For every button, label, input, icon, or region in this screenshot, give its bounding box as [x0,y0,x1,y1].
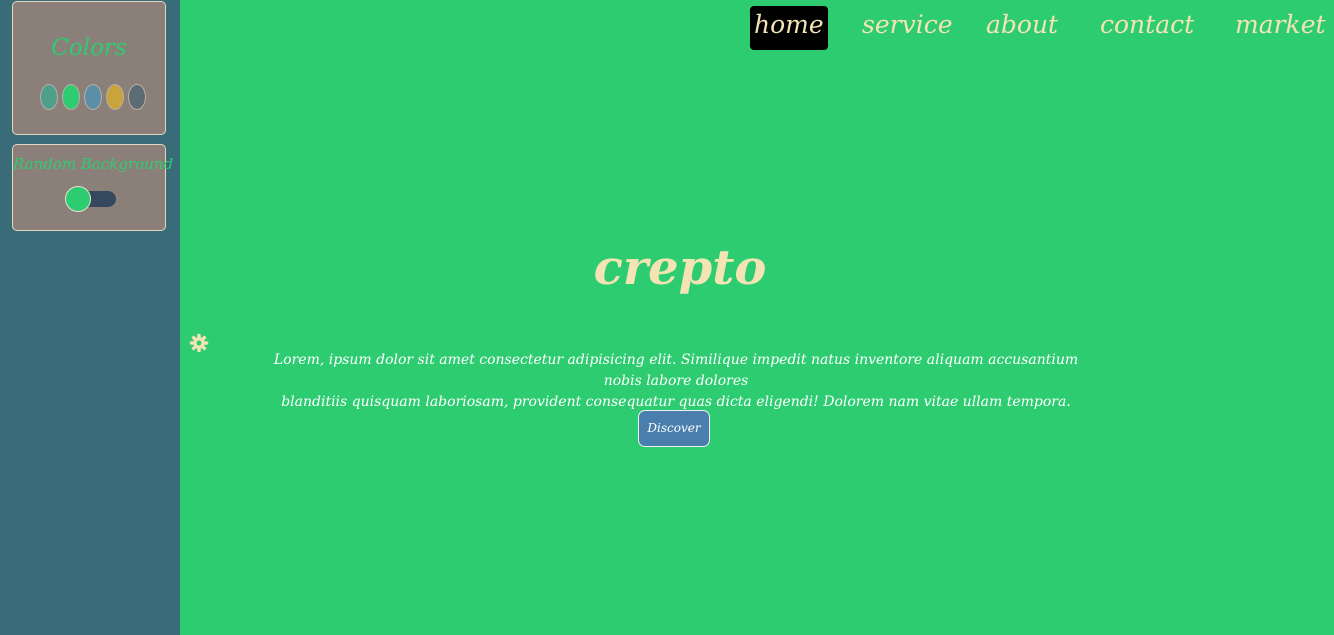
nav-service[interactable]: service [862,6,953,50]
hero-description: Lorem, ipsum dolor sit amet consectetur … [266,350,1086,413]
toggle-knob[interactable] [65,186,91,212]
hero-text-line-1: Lorem, ipsum dolor sit amet consectetur … [273,352,1079,389]
random-background-title: Random Background [13,155,174,173]
color-swatch-green[interactable] [62,84,80,110]
color-swatch-gray[interactable] [128,84,146,110]
nav-about[interactable]: about [986,6,1058,50]
hero-title: crepto [593,240,767,296]
discover-button[interactable]: Discover [638,410,710,447]
colors-title: Colors [51,35,127,61]
color-swatch-blue[interactable] [84,84,102,110]
settings-sidebar: Colors Random Background [0,0,180,635]
nav-market[interactable]: market [1235,6,1326,50]
colors-panel: Colors [12,1,166,135]
random-background-panel: Random Background [12,144,174,231]
random-background-toggle[interactable] [65,186,116,212]
nav-home[interactable]: home [750,6,828,50]
color-swatches [40,84,146,110]
color-swatch-gold[interactable] [106,84,124,110]
nav-contact[interactable]: contact [1100,6,1194,50]
gear-icon[interactable] [189,333,209,353]
color-swatch-teal[interactable] [40,84,58,110]
